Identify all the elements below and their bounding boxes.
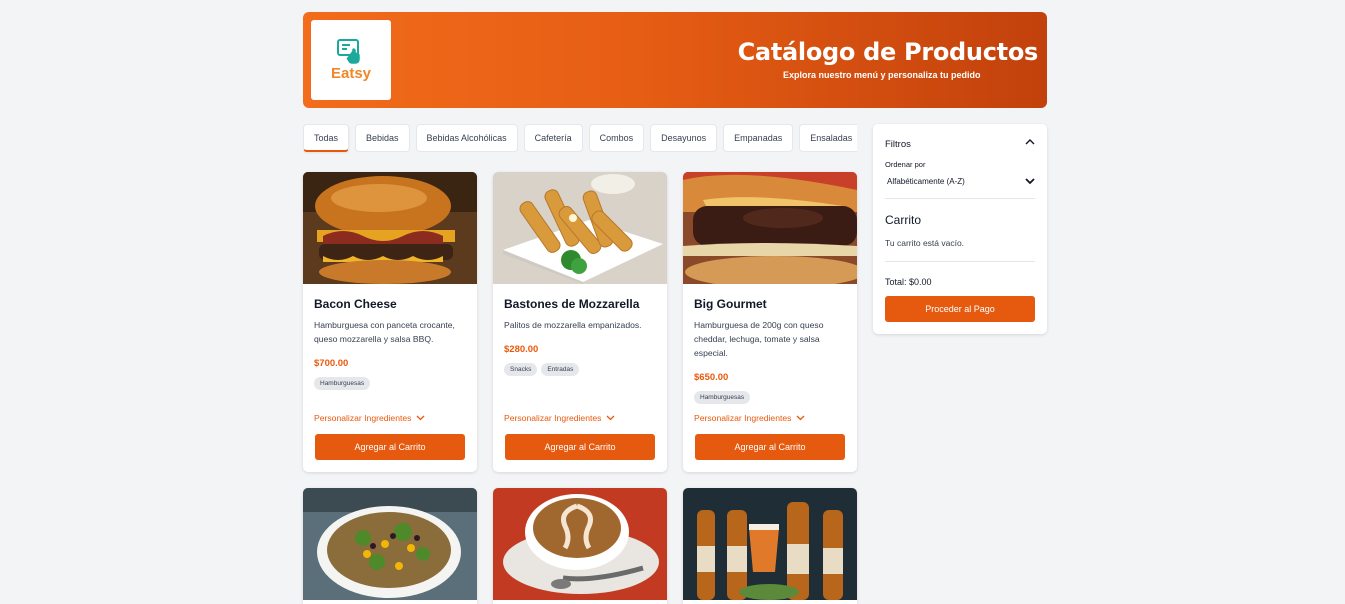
tab-combos[interactable]: Combos bbox=[588, 124, 645, 152]
product-tags: Hamburguesas bbox=[314, 377, 371, 390]
product-description: Hamburguesa de 200g con queso cheddar, l… bbox=[694, 320, 824, 358]
product-name: Big Gourmet bbox=[694, 297, 767, 311]
add-to-cart-button[interactable]: Agregar al Carrito bbox=[505, 434, 655, 460]
chevron-up-icon[interactable] bbox=[1025, 138, 1035, 145]
tab-ensaladas[interactable]: Ensaladas bbox=[799, 124, 857, 152]
chevron-down-icon bbox=[796, 415, 805, 421]
tab-empanadas[interactable]: Empanadas bbox=[723, 124, 794, 152]
product-description: Palitos de mozzarella empanizados. bbox=[504, 320, 642, 330]
cart-empty-message: Tu carrito está vacío. bbox=[885, 238, 965, 248]
product-price: $280.00 bbox=[504, 344, 539, 355]
product-image-salad bbox=[303, 488, 477, 600]
product-card: Big Gourmet Hamburguesa de 200g con ques… bbox=[683, 172, 857, 472]
logo[interactable]: Eatsy bbox=[311, 20, 391, 100]
page-header: Eatsy Catálogo de Productos Explora nues… bbox=[303, 12, 1047, 108]
touch-screen-icon bbox=[337, 39, 360, 64]
customize-label: Personalizar Ingredientes bbox=[314, 413, 412, 423]
divider bbox=[885, 198, 1035, 199]
product-name: Bacon Cheese bbox=[314, 297, 397, 311]
product-tag: Hamburguesas bbox=[314, 377, 371, 390]
tab-todas[interactable]: Todas bbox=[303, 124, 349, 152]
customize-label: Personalizar Ingredientes bbox=[694, 413, 792, 423]
customize-ingredients-toggle[interactable]: Personalizar Ingredientes bbox=[314, 413, 425, 423]
logo-text: Eatsy bbox=[330, 65, 372, 82]
product-price: $650.00 bbox=[694, 372, 729, 383]
product-image-burger bbox=[303, 172, 477, 284]
product-card bbox=[683, 488, 857, 604]
product-description: Hamburguesa con panceta crocante, queso … bbox=[314, 320, 455, 344]
product-tags: Snacks Entradas bbox=[504, 363, 580, 376]
chevron-down-icon bbox=[606, 415, 615, 421]
add-to-cart-button[interactable]: Agregar al Carrito bbox=[315, 434, 465, 460]
cart-title: Carrito bbox=[885, 213, 922, 227]
tab-desayunos[interactable]: Desayunos bbox=[650, 124, 718, 152]
product-card: Bastones de Mozzarella Palitos de mozzar… bbox=[493, 172, 667, 472]
product-price: $700.00 bbox=[314, 358, 349, 369]
sidebar-panel: Filtros Ordenar por Alfabéticamente (A-Z… bbox=[873, 124, 1047, 334]
customize-label: Personalizar Ingredientes bbox=[504, 413, 602, 423]
customize-ingredients-toggle[interactable]: Personalizar Ingredientes bbox=[504, 413, 615, 423]
product-tag: Entradas bbox=[541, 363, 580, 376]
product-card bbox=[493, 488, 667, 604]
sort-select-value: Alfabéticamente (A-Z) bbox=[887, 176, 965, 186]
product-image-mozzarella-sticks bbox=[493, 172, 667, 284]
tab-cafeteria[interactable]: Cafetería bbox=[523, 124, 583, 152]
filters-title: Filtros bbox=[885, 139, 911, 150]
product-tags: Hamburguesas bbox=[694, 391, 751, 404]
tab-bebidas-alcoholicas[interactable]: Bebidas Alcohólicas bbox=[415, 124, 518, 152]
sort-select[interactable]: Alfabéticamente (A-Z) bbox=[885, 173, 1035, 189]
add-to-cart-button[interactable]: Agregar al Carrito bbox=[695, 434, 845, 460]
sort-label: Ordenar por bbox=[885, 160, 926, 169]
product-image-coffee bbox=[493, 488, 667, 600]
category-tabs: Todas Bebidas Bebidas Alcohólicas Cafete… bbox=[303, 124, 857, 154]
tab-bebidas[interactable]: Bebidas bbox=[355, 124, 410, 152]
product-image-burger bbox=[683, 172, 857, 284]
product-card bbox=[303, 488, 477, 604]
customize-ingredients-toggle[interactable]: Personalizar Ingredientes bbox=[694, 413, 805, 423]
product-card: Bacon Cheese Hamburguesa con panceta cro… bbox=[303, 172, 477, 472]
checkout-button[interactable]: Proceder al Pago bbox=[885, 296, 1035, 322]
product-image-beers bbox=[683, 488, 857, 600]
page-subtitle: Explora nuestro menú y personaliza tu pe… bbox=[783, 70, 981, 80]
divider bbox=[885, 261, 1035, 262]
product-name: Bastones de Mozzarella bbox=[504, 297, 640, 311]
chevron-down-icon bbox=[416, 415, 425, 421]
product-tag: Hamburguesas bbox=[694, 391, 751, 404]
product-tag: Snacks bbox=[504, 363, 538, 376]
chevron-down-icon bbox=[1025, 177, 1035, 184]
cart-total: Total: $0.00 bbox=[885, 277, 932, 287]
page-title: Catálogo de Productos bbox=[737, 38, 1039, 66]
